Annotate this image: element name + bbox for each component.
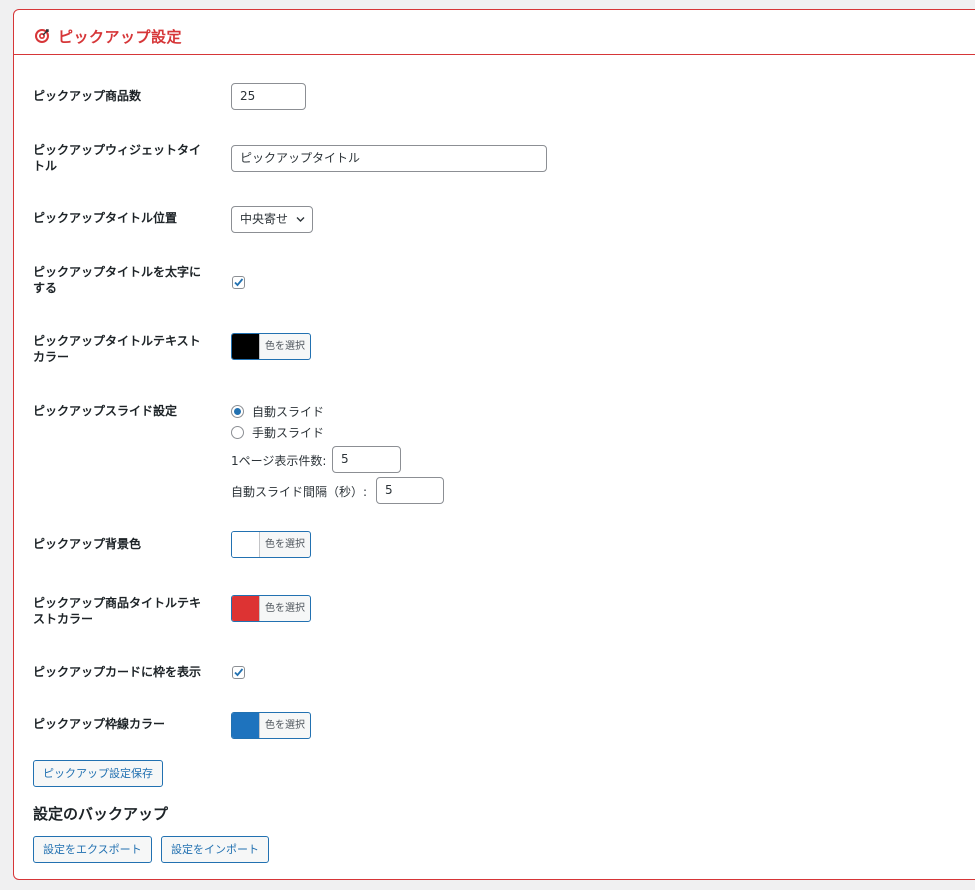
bg-color-button[interactable]: 色を選択 xyxy=(231,531,311,558)
save-pickup-settings-button[interactable]: ピックアップ設定保存 xyxy=(33,760,163,787)
checkmark-icon xyxy=(234,668,244,677)
title-text-color-label: ピックアップタイトルテキスト カラー xyxy=(33,333,213,365)
product-title-color-label-line2: ストカラー xyxy=(33,612,94,626)
title-bold-label-line2: する xyxy=(33,281,58,295)
title-bold-label: ピックアップタイトルを太字に する xyxy=(33,264,213,296)
color-button-label: 色を選択 xyxy=(265,539,305,550)
count-label: ピックアップ商品数 xyxy=(33,89,142,103)
color-swatch xyxy=(232,713,260,738)
count-input[interactable]: 25 xyxy=(231,83,306,110)
title-bold-label-line1: ピックアップタイトルを太字に xyxy=(33,265,202,279)
color-swatch xyxy=(232,532,260,557)
per-page-input[interactable]: 5 xyxy=(332,446,401,473)
backup-section-title: 設定のバックアップ xyxy=(33,805,169,823)
card-border-label: ピックアップカードに枠を表示 xyxy=(33,665,202,679)
panel-header: ピックアップ設定 xyxy=(14,10,975,55)
card-border-checkbox[interactable] xyxy=(232,666,245,679)
color-swatch xyxy=(232,334,260,359)
bg-color-label: ピックアップ背景色 xyxy=(33,537,142,551)
per-page-label: 1ページ表示件数: xyxy=(231,454,327,468)
auto-slide-label: 自動スライド xyxy=(252,405,325,419)
chevron-down-icon xyxy=(296,217,305,222)
color-swatch xyxy=(232,596,260,621)
title-position-label: ピックアップタイトル位置 xyxy=(33,211,178,225)
import-settings-button[interactable]: 設定をインポート xyxy=(161,836,269,863)
slide-interval-label: 自動スライド間隔（秒）: xyxy=(231,485,368,499)
title-text-color-label-line2: カラー xyxy=(33,350,70,364)
manual-slide-radio[interactable] xyxy=(231,426,244,439)
product-title-color-button[interactable]: 色を選択 xyxy=(231,595,311,622)
product-title-color-label-line1: ピックアップ商品タイトルテキ xyxy=(33,596,202,610)
color-button-label: 色を選択 xyxy=(265,341,305,352)
widget-title-label: ピックアップウィジェットタイ トル xyxy=(33,142,213,174)
color-button-label: 色を選択 xyxy=(265,603,305,614)
export-settings-button[interactable]: 設定をエクスポート xyxy=(33,836,152,863)
color-button-label: 色を選択 xyxy=(265,720,305,731)
widget-title-label-line2: トル xyxy=(33,159,58,173)
border-color-label: ピックアップ枠線カラー xyxy=(33,717,166,731)
auto-slide-radio[interactable] xyxy=(231,405,244,418)
widget-title-input[interactable]: ピックアップタイトル xyxy=(231,145,547,172)
title-text-color-button[interactable]: 色を選択 xyxy=(231,333,311,360)
title-position-select[interactable]: 中央寄せ xyxy=(231,206,313,233)
checkmark-icon xyxy=(234,278,244,287)
slide-settings-label: ピックアップスライド設定 xyxy=(33,404,178,418)
panel-title: ピックアップ設定 xyxy=(58,28,183,46)
target-icon xyxy=(35,29,49,43)
slide-interval-input[interactable]: 5 xyxy=(376,477,444,504)
manual-slide-label: 手動スライド xyxy=(252,426,325,440)
border-color-button[interactable]: 色を選択 xyxy=(231,712,311,739)
pickup-settings-panel: ピックアップ設定 ピックアップ商品数 25 ピックアップウィジェットタイ トル … xyxy=(13,9,975,880)
title-text-color-label-line1: ピックアップタイトルテキスト xyxy=(33,334,201,348)
title-position-value: 中央寄せ xyxy=(240,212,289,226)
product-title-color-label: ピックアップ商品タイトルテキ ストカラー xyxy=(33,595,213,627)
title-bold-checkbox[interactable] xyxy=(232,276,245,289)
widget-title-label-line1: ピックアップウィジェットタイ xyxy=(33,143,202,157)
